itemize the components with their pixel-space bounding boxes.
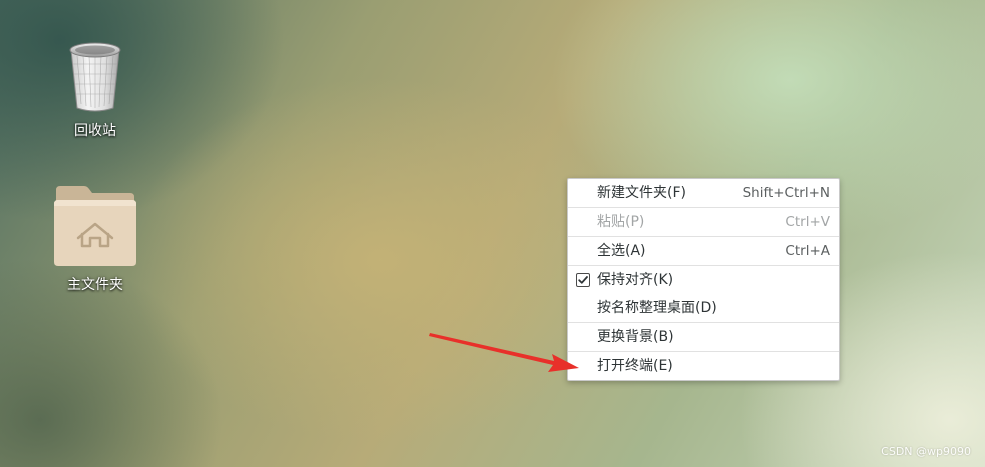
menu-item-change-background[interactable]: 更换背景(B) [568,323,839,351]
menu-item-paste[interactable]: 粘贴(P) Ctrl+V [568,208,839,236]
red-arrow-annotation [429,333,579,372]
menu-item-open-terminal[interactable]: 打开终端(E) [568,352,839,380]
menu-item-label: 保持对齐(K) [597,272,674,288]
home-folder-icon [54,186,136,266]
menu-item-shortcut: Shift+Ctrl+N [742,185,830,201]
menu-item-select-all[interactable]: 全选(A) Ctrl+A [568,237,839,265]
menu-item-keep-aligned[interactable]: 保持对齐(K) [568,266,839,294]
desktop-icon-trash[interactable]: 回收站 [40,38,150,140]
trash-icon [69,42,121,112]
menu-item-shortcut: Ctrl+V [785,214,830,230]
menu-item-label: 按名称整理桌面(D) [597,300,717,316]
menu-item-arrange-by-name[interactable]: 按名称整理桌面(D) [568,294,839,322]
desktop-context-menu: 新建文件夹(F) Shift+Ctrl+N 粘贴(P) Ctrl+V 全选(A)… [567,178,840,381]
menu-item-label: 更换背景(B) [597,329,674,345]
checkbox-checked-icon[interactable] [576,273,590,287]
watermark-text: CSDN @wp9090 [881,445,971,458]
menu-item-shortcut: Ctrl+A [785,243,830,259]
menu-item-label: 粘贴(P) [597,214,645,230]
trash-label: 回收站 [74,123,116,139]
menu-item-new-folder[interactable]: 新建文件夹(F) Shift+Ctrl+N [568,179,839,207]
desktop-icon-home-folder[interactable]: 主文件夹 [40,182,150,294]
home-folder-label: 主文件夹 [67,277,123,293]
menu-item-label: 全选(A) [597,243,646,259]
menu-item-label: 新建文件夹(F) [597,185,686,201]
menu-item-label: 打开终端(E) [597,358,673,374]
